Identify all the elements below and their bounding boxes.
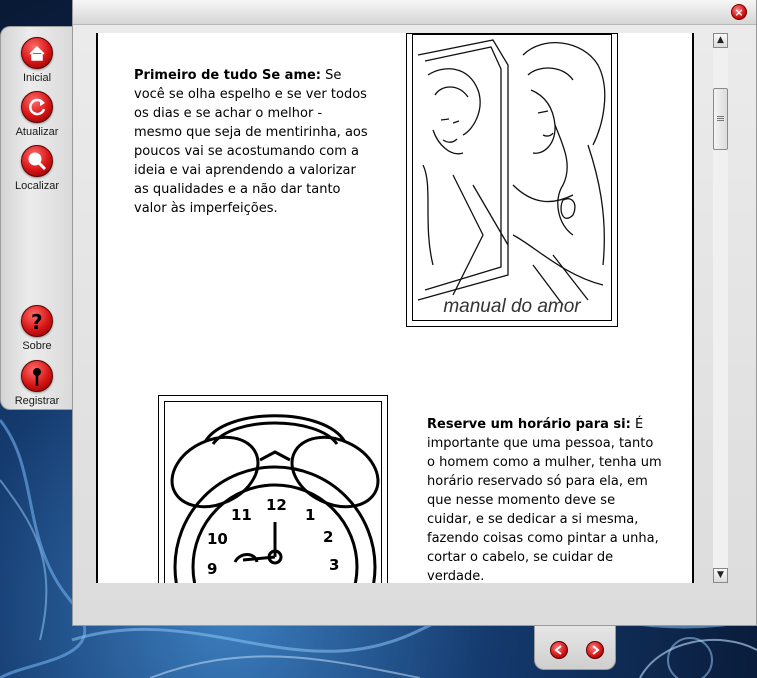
previous-page-button[interactable]: [550, 641, 568, 659]
clock-number-1: 1: [305, 506, 315, 524]
about-button[interactable]: ? Sobre: [1, 305, 73, 352]
alarm-clock-illustration: 12 1 2 3 4 9 10 11: [158, 395, 388, 583]
scroll-up-button[interactable]: ▲: [713, 33, 728, 48]
about-label: Sobre: [22, 340, 52, 352]
clock-number-12: 12: [266, 496, 287, 514]
next-page-button[interactable]: [586, 641, 604, 659]
content-page: Primeiro de tudo Se ame: Se você se olha…: [96, 33, 694, 583]
section-1-heading: Primeiro de tudo Se ame:: [134, 68, 322, 83]
scroll-down-button[interactable]: ▼: [713, 568, 728, 583]
woman-mirror-drawing: [417, 39, 606, 306]
pin-icon: [21, 360, 53, 392]
section-1-text: Primeiro de tudo Se ame: Se você se olha…: [134, 66, 374, 218]
refresh-button[interactable]: Atualizar: [1, 91, 73, 138]
search-icon: [21, 145, 53, 177]
home-icon: [21, 37, 53, 69]
home-button[interactable]: Inicial: [1, 37, 73, 84]
search-label: Localizar: [14, 180, 60, 192]
svg-text:?: ?: [31, 310, 43, 334]
app-window: × Primeiro de tudo Se ame: Se você se ol…: [72, 0, 757, 626]
chevron-right-icon: [592, 645, 600, 655]
close-button[interactable]: ×: [731, 4, 747, 20]
clock-number-4: 4: [321, 580, 331, 583]
clock-number-2: 2: [323, 528, 333, 546]
chevron-left-icon: [554, 645, 562, 655]
clock-number-10: 10: [207, 530, 228, 548]
section-2-text: Reserve um horário para si: É importante…: [427, 415, 663, 583]
image-watermark: manual do amor: [443, 296, 581, 317]
register-label: Registrar: [14, 395, 60, 407]
section-2-heading: Reserve um horário para si:: [427, 417, 631, 432]
search-button[interactable]: Localizar: [1, 145, 73, 192]
refresh-icon: [21, 91, 53, 123]
side-toolbar: Inicial Atualizar Localizar ? Sobre Regi…: [0, 26, 72, 410]
clock-number-9: 9: [207, 560, 217, 578]
help-icon: ?: [21, 305, 53, 337]
woman-mirror-illustration: manual do amor: [406, 33, 618, 327]
title-bar: ×: [73, 0, 756, 25]
scroll-thumb[interactable]: [713, 88, 728, 150]
register-button[interactable]: Registrar: [1, 360, 73, 407]
section-1-body: Se você se olha espelho e se ver todos o…: [134, 68, 368, 216]
alarm-clock-drawing: 12 1 2 3 4 9 10 11: [170, 414, 380, 583]
page-navigation: [534, 626, 616, 670]
clock-number-11: 11: [231, 506, 252, 524]
home-label: Inicial: [22, 72, 52, 84]
section-2-body: É importante que uma pessoa, tanto o hom…: [427, 417, 662, 583]
clock-number-3: 3: [329, 556, 339, 574]
vertical-scrollbar[interactable]: ▲ ▼: [713, 33, 728, 583]
refresh-label: Atualizar: [15, 126, 59, 138]
